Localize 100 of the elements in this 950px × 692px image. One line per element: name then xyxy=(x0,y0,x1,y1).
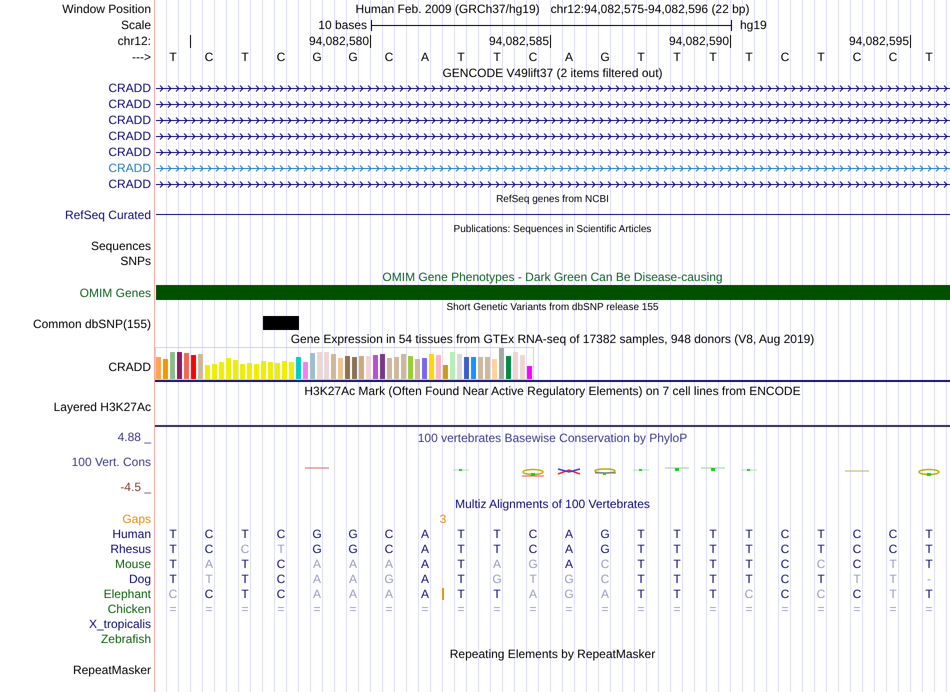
expression-bar[interactable] xyxy=(205,365,210,379)
track-label[interactable]: CRADD xyxy=(108,360,151,374)
transcript-line[interactable] xyxy=(156,84,950,92)
track-label[interactable]: CRADD xyxy=(108,161,151,175)
expression-bar[interactable] xyxy=(254,364,259,379)
track-label[interactable]: CRADD xyxy=(108,113,151,127)
expression-bar[interactable] xyxy=(219,362,224,379)
expression-bar[interactable] xyxy=(233,360,238,379)
refseq-line[interactable] xyxy=(156,214,950,215)
expression-bar[interactable] xyxy=(492,359,497,379)
track-label[interactable]: CRADD xyxy=(108,145,151,159)
aligned-base: = xyxy=(925,602,932,616)
transcript-line[interactable] xyxy=(156,116,950,124)
expression-bar[interactable] xyxy=(457,354,462,379)
expression-bar[interactable] xyxy=(289,362,294,379)
transcript-line[interactable] xyxy=(156,180,950,188)
track-label[interactable]: OMIM Genes xyxy=(80,286,151,300)
species-label[interactable]: Dog xyxy=(128,572,151,586)
track-label[interactable]: CRADD xyxy=(108,129,151,143)
variant-block[interactable] xyxy=(263,316,299,330)
expression-bar[interactable] xyxy=(527,366,532,379)
track-label[interactable]: Sequences xyxy=(90,238,151,252)
transcript-line[interactable] xyxy=(156,100,950,108)
expression-bar[interactable] xyxy=(352,357,357,379)
aligned-base: C xyxy=(888,526,898,540)
expression-bar[interactable] xyxy=(380,354,385,379)
expression-bar[interactable] xyxy=(261,361,266,379)
species-label[interactable]: Rhesus xyxy=(110,542,151,556)
expression-bar[interactable] xyxy=(478,357,483,379)
ruler-tick xyxy=(730,34,731,48)
expression-bar[interactable] xyxy=(450,352,455,379)
expression-bar[interactable] xyxy=(198,354,203,379)
expression-bar[interactable] xyxy=(338,358,343,379)
track-title: Short Genetic Variants from dbSNP release 155 xyxy=(446,301,658,315)
transcript-line[interactable] xyxy=(156,148,950,156)
expression-bar[interactable] xyxy=(191,355,196,379)
expression-bar[interactable] xyxy=(422,358,427,379)
track-label[interactable]: CRADD xyxy=(108,177,151,191)
expression-bar[interactable] xyxy=(499,348,504,379)
expression-bar[interactable] xyxy=(520,355,525,379)
expression-bar[interactable] xyxy=(156,357,161,379)
expression-bar[interactable] xyxy=(387,358,392,379)
aligned-base: = xyxy=(349,602,356,616)
expression-bar[interactable] xyxy=(471,357,476,379)
expression-bar[interactable] xyxy=(443,365,448,379)
expression-bar[interactable] xyxy=(170,352,175,379)
expression-bar[interactable] xyxy=(310,353,315,379)
expression-bar[interactable] xyxy=(268,362,273,379)
aligned-base: T xyxy=(925,586,933,600)
species-label[interactable]: Human xyxy=(112,526,151,540)
aligned-base: A xyxy=(420,542,429,556)
expression-bar[interactable] xyxy=(303,362,308,379)
species-label[interactable]: Zebrafish xyxy=(100,632,151,646)
expression-bar[interactable] xyxy=(436,355,441,379)
expression-bar[interactable] xyxy=(485,357,490,379)
expression-bar[interactable] xyxy=(163,359,168,379)
expression-bar[interactable] xyxy=(366,356,371,379)
expression-bar[interactable] xyxy=(282,361,287,379)
aligned-base: C xyxy=(204,526,214,540)
expression-bar[interactable] xyxy=(359,356,364,379)
track-label[interactable]: CRADD xyxy=(108,81,151,95)
expression-bar[interactable] xyxy=(506,356,511,379)
species-label[interactable]: Elephant xyxy=(104,586,151,600)
expression-bar[interactable] xyxy=(394,357,399,379)
track-label[interactable]: SNPs xyxy=(120,254,151,268)
track-label[interactable]: RefSeq Curated xyxy=(64,208,151,222)
expression-bar[interactable] xyxy=(331,354,336,379)
expression-bar[interactable] xyxy=(401,354,406,379)
expression-bar[interactable] xyxy=(373,355,378,379)
track-label[interactable]: CRADD xyxy=(108,97,151,111)
track-label[interactable]: Common dbSNP(155) xyxy=(32,316,151,330)
transcript-line[interactable] xyxy=(156,132,950,140)
aligned-base: T xyxy=(889,586,897,600)
expression-bar[interactable] xyxy=(324,352,329,379)
expression-bar[interactable] xyxy=(296,357,301,379)
track-label[interactable]: RepeatMasker xyxy=(72,662,151,676)
aligned-base: T xyxy=(637,542,645,556)
aligned-base: = xyxy=(637,602,644,616)
expression-bar[interactable] xyxy=(226,358,231,379)
species-label[interactable]: X_tropicalis xyxy=(88,616,151,630)
expression-bar[interactable] xyxy=(345,356,350,379)
track-label[interactable]: 100 Vert. Cons xyxy=(72,455,151,469)
expression-bar[interactable] xyxy=(275,363,280,379)
expression-bar[interactable] xyxy=(317,352,322,379)
expression-bar[interactable] xyxy=(177,352,182,379)
expression-bar[interactable] xyxy=(212,364,217,379)
base-letter: G xyxy=(600,50,610,64)
track-label[interactable]: Layered H3K27Ac xyxy=(54,400,151,414)
omim-bar[interactable] xyxy=(156,285,950,300)
expression-bar[interactable] xyxy=(240,364,245,379)
base-letter: C xyxy=(204,50,214,64)
expression-bar[interactable] xyxy=(464,357,469,379)
expression-bar[interactable] xyxy=(408,356,413,379)
species-label[interactable]: Chicken xyxy=(108,602,151,616)
species-label[interactable]: Mouse xyxy=(114,556,151,570)
expression-bar[interactable] xyxy=(513,352,518,379)
expression-bar[interactable] xyxy=(429,354,434,379)
expression-bar[interactable] xyxy=(184,353,189,379)
expression-bar[interactable] xyxy=(247,363,252,379)
expression-bar[interactable] xyxy=(415,359,420,379)
